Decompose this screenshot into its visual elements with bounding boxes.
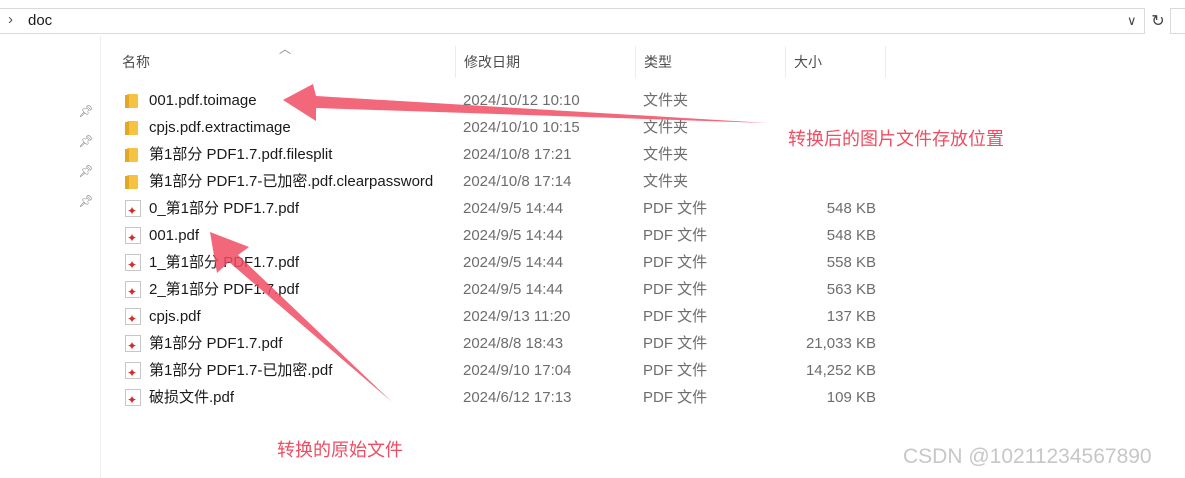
arrow-to-output-folder: [283, 84, 768, 123]
annotation-output-location: 转换后的图片文件存放位置: [788, 129, 1004, 149]
arrow-to-source-file: [210, 232, 392, 402]
annotation-arrows: [210, 84, 768, 402]
annotation-source-file: 转换的原始文件: [277, 440, 403, 460]
watermark: CSDN @10211234567890: [903, 445, 1152, 468]
